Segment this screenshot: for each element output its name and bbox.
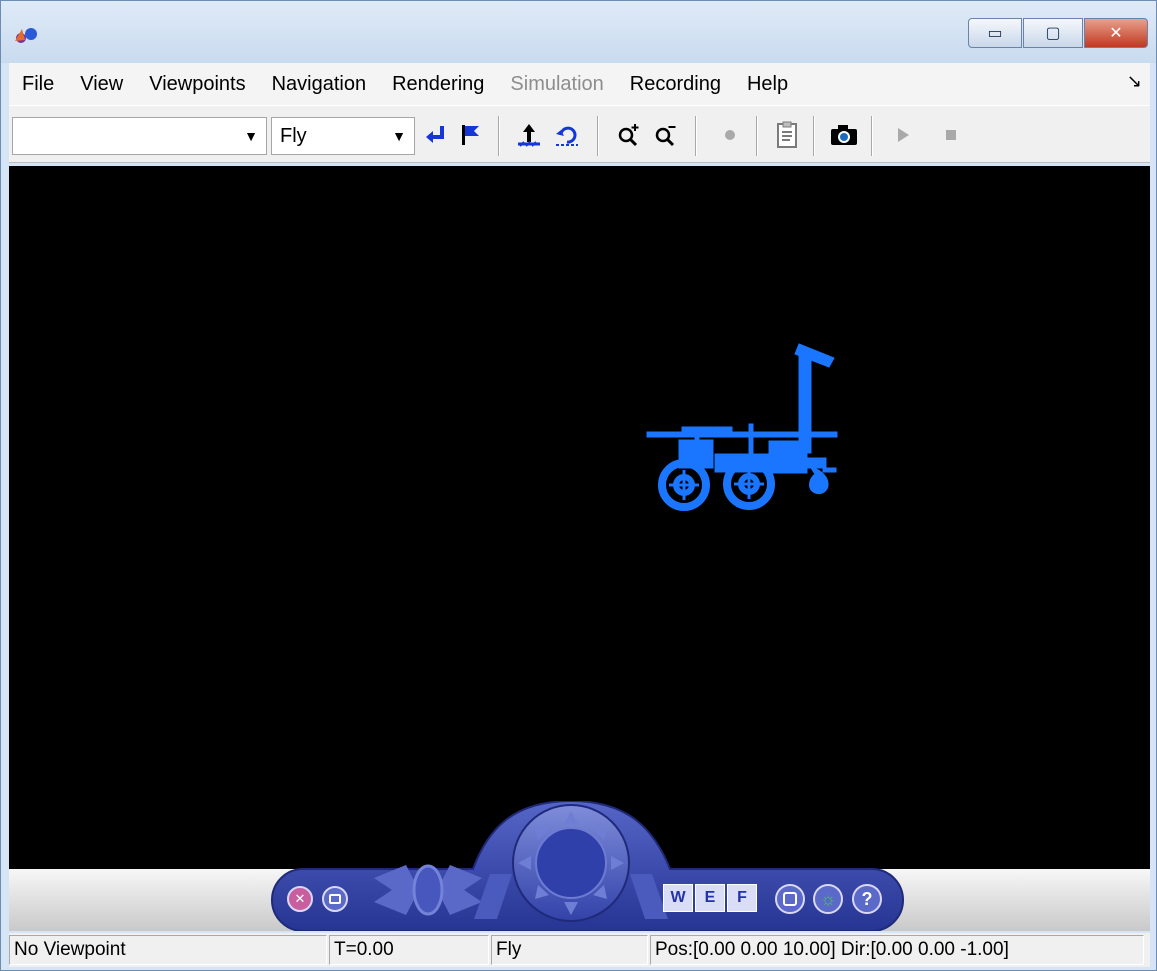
faces-button[interactable]: F xyxy=(727,884,757,912)
menu-bar: File View Viewpoints Navigation Renderin… xyxy=(9,63,1150,105)
status-mode: Fly xyxy=(491,935,648,965)
toolbar-separator xyxy=(498,116,500,156)
menu-view[interactable]: View xyxy=(67,73,136,96)
fullscreen-icon xyxy=(783,892,797,906)
rover-model xyxy=(646,343,838,511)
edges-label: E xyxy=(704,889,716,906)
headlight-button[interactable]: ☼ xyxy=(813,884,843,914)
status-bar: No Viewpoint T=0.00 Fly Pos:[0.00 0.00 1… xyxy=(9,933,1150,967)
menu-viewpoints[interactable]: Viewpoints xyxy=(136,73,258,96)
camera-icon[interactable] xyxy=(827,118,861,152)
toolbar: ▼ Fly ▼ xyxy=(9,105,1150,163)
status-time: T=0.00 xyxy=(329,935,489,965)
status-viewpoint: No Viewpoint xyxy=(9,935,327,965)
clipboard-icon[interactable] xyxy=(770,118,804,152)
undo-move-icon[interactable] xyxy=(550,118,584,152)
3d-viewport[interactable] xyxy=(9,166,1150,869)
menu-simulation: Simulation xyxy=(510,72,604,95)
return-to-viewpoint-icon[interactable] xyxy=(419,118,453,152)
viewpoint-dropdown-icon: ▼ xyxy=(244,128,258,144)
status-position: Pos:[0.00 0.00 10.00] Dir:[0.00 0.00 -1.… xyxy=(650,935,1144,965)
viewpoint-select[interactable]: ▼ xyxy=(12,117,267,155)
toolbar-separator xyxy=(871,116,873,156)
close-button[interactable]: ✕ xyxy=(1084,18,1148,48)
virtual-reality-window: ▭ ▢ ✕ File View Viewpoints Navigation Re… xyxy=(0,0,1157,971)
wireframe-label: W xyxy=(670,889,686,906)
toolbar-separator xyxy=(813,116,815,156)
play-icon[interactable] xyxy=(886,118,920,152)
stop-icon[interactable] xyxy=(934,118,968,152)
toolbar-separator xyxy=(756,116,758,156)
reset-view-button[interactable] xyxy=(322,886,348,912)
wireframe-button[interactable]: W xyxy=(663,884,693,912)
menu-rendering[interactable]: Rendering xyxy=(379,73,497,96)
minimize-button[interactable]: ▭ xyxy=(968,18,1022,48)
close-icon: ✕ xyxy=(294,891,306,906)
record-icon[interactable] xyxy=(713,118,747,152)
menu-help[interactable]: Help xyxy=(734,73,801,96)
navigation-strip: ✕ W E F ☼ ? xyxy=(9,801,1150,931)
navigation-mode-select[interactable]: Fly ▼ xyxy=(271,117,415,155)
menu-overflow-icon[interactable]: ↘ xyxy=(1127,71,1142,92)
help-button[interactable]: ? xyxy=(852,884,882,914)
title-bar[interactable]: ▭ ▢ ✕ xyxy=(1,1,1156,63)
headlight-icon: ☼ xyxy=(819,889,837,909)
navigation-panel xyxy=(271,801,904,931)
close-icon: ✕ xyxy=(1109,25,1123,42)
navigation-dropdown-icon: ▼ xyxy=(392,128,406,144)
toolbar-separator xyxy=(597,116,599,156)
maximize-button[interactable]: ▢ xyxy=(1023,18,1083,48)
zoom-in-icon[interactable] xyxy=(612,118,646,152)
full-screen-button[interactable] xyxy=(775,884,805,914)
zoom-out-icon[interactable] xyxy=(649,118,683,152)
maximize-icon: ▢ xyxy=(1045,25,1061,42)
faces-label: F xyxy=(737,889,747,906)
menu-file[interactable]: File xyxy=(9,73,67,96)
flag-icon[interactable] xyxy=(453,118,487,152)
menu-recording[interactable]: Recording xyxy=(617,73,734,96)
toolbar-separator xyxy=(695,116,697,156)
edges-button[interactable]: E xyxy=(695,884,725,912)
window-icon xyxy=(329,894,341,904)
stop-navigation-button[interactable]: ✕ xyxy=(287,886,313,912)
straighten-up-icon[interactable] xyxy=(512,118,546,152)
navigation-mode-value: Fly xyxy=(280,125,307,147)
menu-navigation[interactable]: Navigation xyxy=(259,73,380,96)
minimize-icon: ▭ xyxy=(987,25,1003,42)
help-icon: ? xyxy=(861,889,873,909)
app-icon xyxy=(15,28,37,43)
